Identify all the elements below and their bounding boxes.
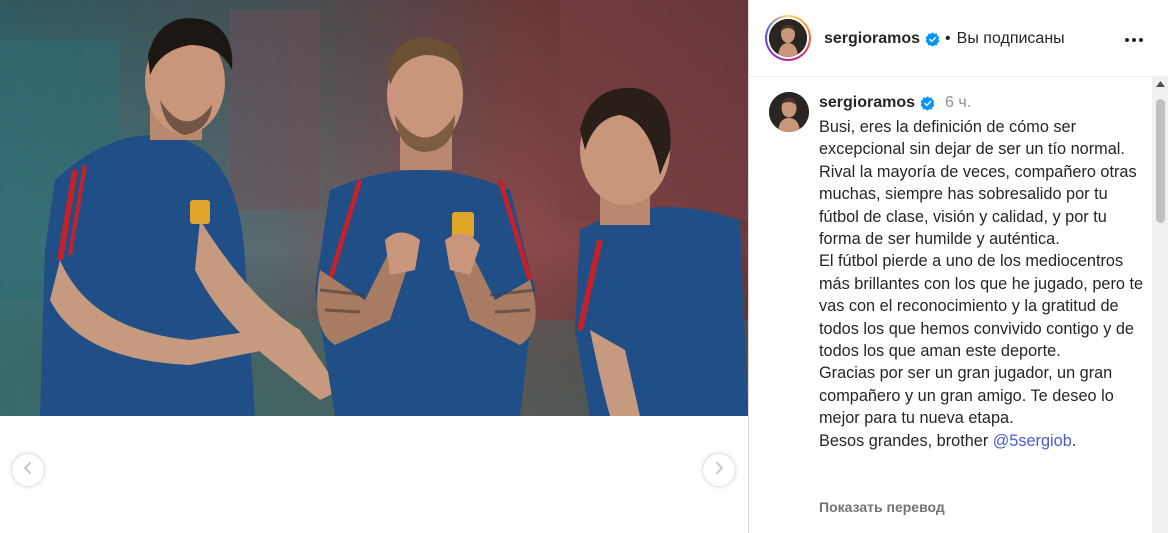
caption-closing-end: . — [1071, 431, 1077, 450]
post-side-panel: sergioramos • Вы подписаны sergioramos 6… — [748, 0, 1168, 533]
post-header: sergioramos • Вы подписаны — [749, 0, 1168, 77]
caption-closing: Besos grandes, brother @5sergiob. — [819, 430, 1149, 452]
comments-scrollbar[interactable] — [1152, 77, 1168, 533]
scroll-up-arrow-icon[interactable] — [1152, 81, 1168, 95]
separator-dot: • — [945, 30, 951, 47]
carousel-prev-button[interactable] — [11, 453, 45, 487]
mention-link[interactable]: @5sergiob — [993, 432, 1072, 450]
caption-username-link[interactable]: sergioramos — [819, 94, 915, 112]
caption-paragraph: El fútbol pierde a uno de los mediocentr… — [819, 252, 1144, 361]
scrollbar-thumb[interactable] — [1156, 99, 1165, 223]
username-link[interactable]: sergioramos — [824, 30, 920, 48]
post-timestamp[interactable]: 6 ч. — [945, 94, 971, 112]
follow-status-button[interactable]: Вы подписаны — [957, 30, 1065, 48]
caption-paragraph: Gracias por ser un gran jugador, un gran… — [819, 364, 1114, 428]
show-translation-button[interactable]: Показать перевод — [819, 499, 945, 515]
chevron-right-icon — [713, 461, 725, 479]
chevron-left-icon — [22, 461, 34, 479]
avatar — [769, 19, 807, 57]
comments-area[interactable]: sergioramos 6 ч. Busi, eres la definició… — [749, 77, 1168, 533]
post-media — [0, 0, 748, 533]
verified-badge-icon — [925, 31, 940, 47]
caption-text: Busi, eres la definición de cómo ser exc… — [819, 116, 1149, 452]
story-ring[interactable] — [765, 15, 811, 61]
caption-avatar[interactable] — [769, 92, 809, 132]
carousel-next-button[interactable] — [702, 453, 736, 487]
caption-meta: sergioramos 6 ч. — [819, 94, 971, 112]
more-horizontal-icon — [1124, 30, 1144, 48]
caption-closing-text: Besos grandes, brother — [819, 431, 993, 450]
header-line: sergioramos • Вы подписаны — [824, 29, 1065, 49]
verified-badge-icon — [920, 95, 935, 111]
caption-paragraph: Busi, eres la definición de cómo ser exc… — [819, 118, 1137, 249]
more-options-button[interactable] — [1121, 26, 1147, 52]
post-photo[interactable] — [0, 0, 748, 416]
